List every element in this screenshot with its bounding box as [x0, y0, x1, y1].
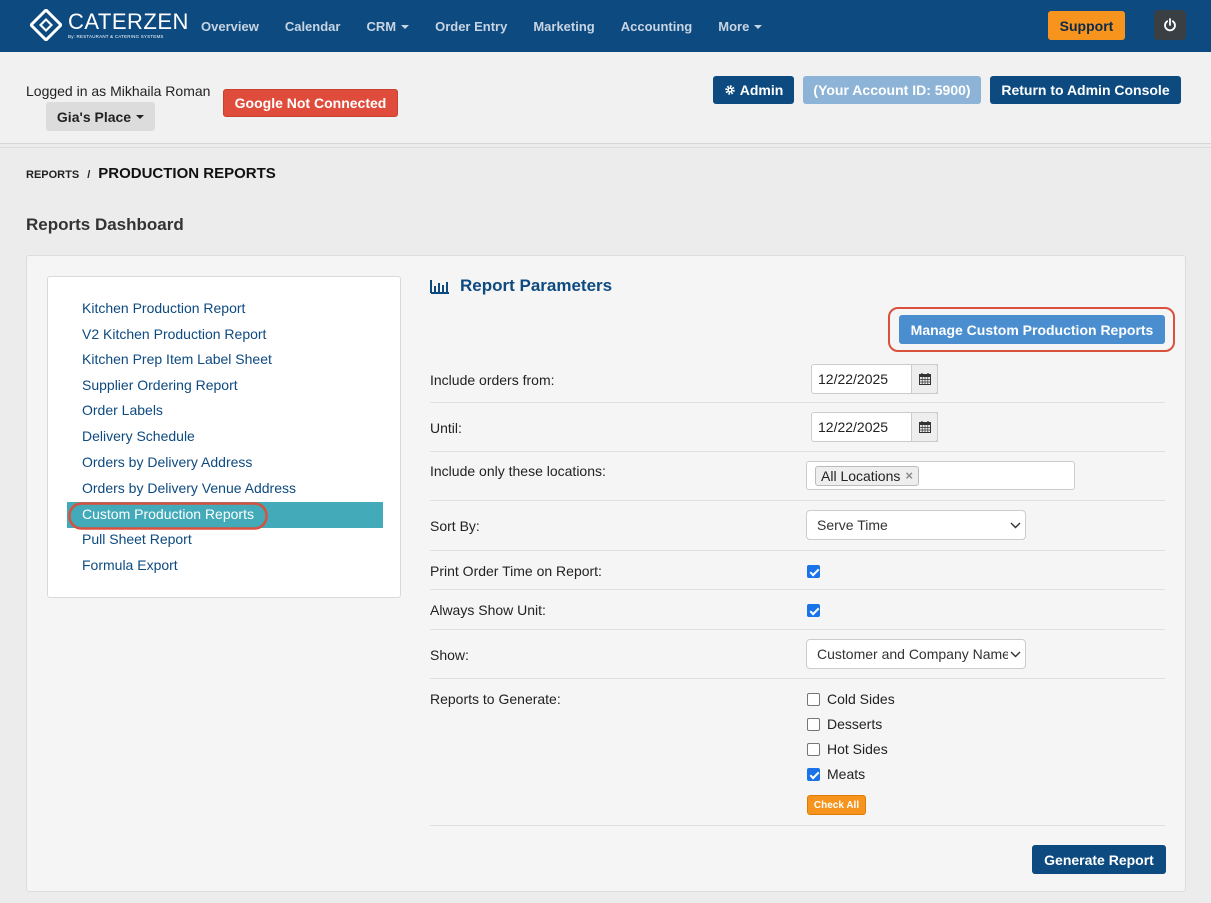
- sort-by-label: Sort By:: [430, 518, 480, 534]
- sidebar-item-orders-by-delivery-address[interactable]: Orders by Delivery Address: [67, 450, 383, 476]
- nav-accounting[interactable]: Accounting: [608, 19, 706, 34]
- account-id-badge: (Your Account ID: 5900): [803, 76, 981, 104]
- row-divider: [430, 402, 1165, 403]
- sidebar-item-order-labels[interactable]: Order Labels: [67, 398, 383, 424]
- admin-label: Admin: [739, 82, 784, 98]
- nav-more[interactable]: More: [705, 19, 775, 34]
- return-admin-console-button[interactable]: Return to Admin Console: [990, 76, 1181, 104]
- sort-by-value: Serve Time: [817, 517, 888, 533]
- sidebar-item-prep-label-sheet[interactable]: Kitchen Prep Item Label Sheet: [67, 347, 383, 373]
- caterzen-logo[interactable]: CATERZEN By: RESTAURANT & CATERING SYSTE…: [30, 9, 189, 41]
- show-label: Show:: [430, 647, 469, 663]
- breadcrumb-reports[interactable]: REPORTS: [26, 169, 79, 181]
- power-icon: [1164, 18, 1176, 32]
- logged-in-text: Logged in as Mikhaila Roman: [26, 83, 211, 99]
- nav-order-entry[interactable]: Order Entry: [422, 19, 520, 34]
- until-label: Until:: [430, 420, 462, 436]
- reports-panel: Kitchen Production Report V2 Kitchen Pro…: [26, 255, 1186, 892]
- print-time-label: Print Order Time on Report:: [430, 563, 602, 579]
- sidebar-item-kitchen-production[interactable]: Kitchen Production Report: [67, 296, 383, 322]
- logo-name: CATERZEN: [68, 8, 189, 34]
- nav-more-label: More: [718, 18, 750, 34]
- report-parameters-title: Report Parameters: [460, 276, 613, 295]
- row-divider: [430, 550, 1165, 551]
- gear-icon: [725, 85, 735, 95]
- nav-crm-label: CRM: [366, 18, 397, 34]
- account-bar: Logged in as Mikhaila Roman Gia's Place …: [0, 52, 1211, 148]
- locations-label: Include only these locations:: [430, 463, 606, 479]
- admin-button[interactable]: Admin: [713, 76, 794, 104]
- sidebar-item-pull-sheet[interactable]: Pull Sheet Report: [67, 527, 383, 553]
- report-label-hot-sides: Hot Sides: [827, 741, 888, 757]
- breadcrumb-separator: /: [87, 169, 91, 181]
- caret-down-icon: [401, 25, 410, 30]
- include-from-label: Include orders from:: [430, 372, 555, 388]
- page-title: Reports Dashboard: [26, 215, 184, 234]
- report-label-desserts: Desserts: [827, 716, 883, 732]
- logo-tagline: By: RESTAURANT & CATERING SYSTEMS: [68, 33, 164, 39]
- support-button[interactable]: Support: [1048, 11, 1125, 40]
- show-unit-checkbox[interactable]: [807, 604, 820, 617]
- logout-button[interactable]: [1154, 10, 1186, 40]
- report-checkbox-meats[interactable]: [807, 768, 820, 781]
- caret-down-icon: [754, 25, 763, 30]
- google-status-button[interactable]: Google Not Connected: [223, 89, 398, 117]
- row-divider: [430, 589, 1165, 590]
- report-label-cold-sides: Cold Sides: [827, 691, 895, 707]
- nav-calendar[interactable]: Calendar: [272, 19, 354, 34]
- bar-chart-icon: [430, 279, 449, 294]
- report-checkbox-hot-sides[interactable]: [807, 743, 820, 756]
- caret-down-icon: [136, 114, 145, 119]
- remove-tag-icon[interactable]: ×: [905, 467, 913, 485]
- manage-custom-reports-button[interactable]: Manage Custom Production Reports: [899, 315, 1165, 344]
- sidebar-item-delivery-schedule[interactable]: Delivery Schedule: [67, 424, 383, 450]
- row-divider: [430, 500, 1165, 501]
- location-tag: All Locations ×: [815, 466, 919, 486]
- show-value: Customer and Company Name: [817, 646, 1010, 662]
- print-time-checkbox[interactable]: [807, 565, 820, 578]
- calendar-button[interactable]: [911, 412, 938, 442]
- nav-marketing[interactable]: Marketing: [520, 19, 607, 34]
- row-divider: [430, 629, 1165, 630]
- report-parameters-heading: Report Parameters: [430, 276, 612, 296]
- nav-crm[interactable]: CRM: [353, 19, 422, 34]
- calendar-button[interactable]: [911, 364, 938, 394]
- calendar-icon: [918, 421, 931, 433]
- highlight-ring: [68, 502, 268, 530]
- report-checkbox-desserts[interactable]: [807, 718, 820, 731]
- breadcrumb: REPORTS / PRODUCTION REPORTS: [26, 165, 276, 182]
- generate-report-button[interactable]: Generate Report: [1032, 845, 1166, 874]
- sidebar-item-formula-export[interactable]: Formula Export: [67, 553, 383, 579]
- report-checkbox-cold-sides[interactable]: [807, 693, 820, 706]
- row-divider: [430, 451, 1165, 452]
- location-dropdown[interactable]: Gia's Place: [46, 102, 155, 131]
- calendar-icon: [918, 373, 931, 385]
- reports-to-generate-label: Reports to Generate:: [430, 691, 561, 707]
- row-divider: [430, 678, 1165, 679]
- show-unit-label: Always Show Unit:: [430, 602, 546, 618]
- nav-overview[interactable]: Overview: [188, 19, 272, 34]
- sidebar-item-supplier-ordering[interactable]: Supplier Ordering Report: [67, 373, 383, 399]
- location-label: Gia's Place: [56, 108, 132, 125]
- location-tag-label: All Locations: [821, 468, 901, 484]
- chevron-down-icon: [1008, 511, 1022, 539]
- breadcrumb-current: PRODUCTION REPORTS: [98, 165, 276, 182]
- chevron-down-icon: [1008, 640, 1022, 668]
- row-divider: [430, 825, 1165, 826]
- sidebar-item-orders-by-venue-address[interactable]: Orders by Delivery Venue Address: [67, 476, 383, 502]
- logo-mark-icon: [30, 9, 62, 41]
- check-all-button[interactable]: Check All: [807, 795, 866, 815]
- show-select[interactable]: Customer and Company Name: [806, 639, 1026, 669]
- sort-by-select[interactable]: Serve Time: [806, 510, 1026, 540]
- report-label-meats: Meats: [827, 766, 866, 782]
- report-list: Kitchen Production Report V2 Kitchen Pro…: [47, 276, 401, 598]
- top-navbar: CATERZEN By: RESTAURANT & CATERING SYSTE…: [0, 0, 1211, 52]
- sidebar-item-v2-kitchen-production[interactable]: V2 Kitchen Production Report: [67, 322, 383, 348]
- locations-multiselect[interactable]: All Locations ×: [806, 461, 1075, 490]
